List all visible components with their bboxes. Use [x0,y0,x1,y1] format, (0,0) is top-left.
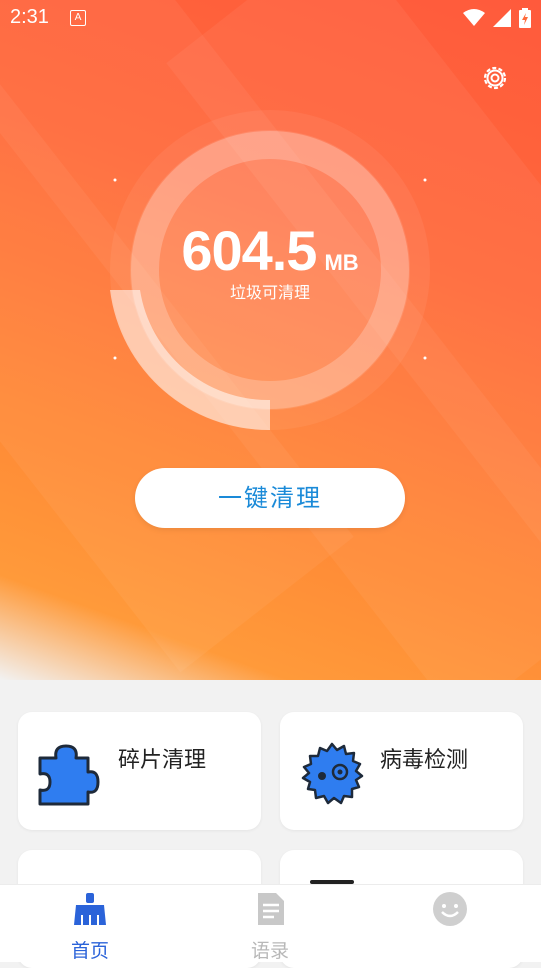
battery-icon [519,8,531,28]
junk-size-display: 604.5 MB 垃圾可清理 [120,218,420,303]
wifi-icon [463,9,485,26]
tab-label: 首页 [70,940,109,962]
card-virus-scan[interactable]: 病毒检测 [280,712,523,830]
card-label: 碎片清理 [118,748,207,773]
document-icon [258,893,284,925]
junk-size-value: 604.5 [181,219,317,282]
status-time: 2:31 [10,6,49,28]
tab-home[interactable]: 首页 [30,891,150,963]
junk-size-unit: MB [324,250,359,275]
puzzle-icon [38,744,100,806]
one-click-clean-button[interactable]: 一键清理 [135,468,405,528]
app-notification-icon: A [70,10,86,26]
junk-subtitle: 垃圾可清理 [229,283,310,302]
settings-gear-icon[interactable] [480,63,510,93]
home-broom-icon [74,893,106,925]
smiley-icon [433,892,467,926]
card-label: 病毒检测 [380,748,469,773]
tab-profile[interactable] [390,891,510,936]
tab-quotes[interactable]: 语录 [210,891,330,963]
virus-icon [301,742,364,805]
status-bar: 2:31 A [0,0,541,36]
tab-label: 语录 [250,940,289,962]
signal-icon [493,9,511,27]
bottom-tab-bar: 首页 语录 [0,884,541,962]
card-fragment-clean[interactable]: 碎片清理 [18,712,261,830]
